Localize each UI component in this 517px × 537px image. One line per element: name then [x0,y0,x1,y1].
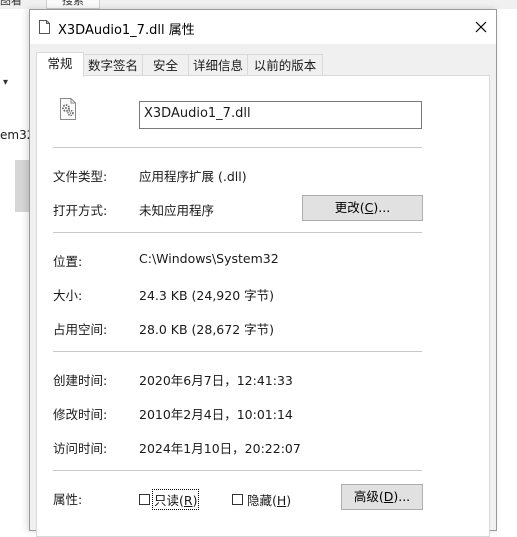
location-value: C:\Windows\System32 [139,251,279,266]
readonly-checkbox-label: 只读(R) [151,489,200,510]
background-ribbon: 图看 搜索 [0,0,517,9]
background-scroll-block [15,160,29,212]
change-button[interactable]: 更改(C)... [302,195,423,221]
tab-security[interactable]: 安全 [142,54,189,76]
background-ribbon-tab[interactable]: 搜索 [46,0,100,9]
divider [53,232,422,233]
properties-dialog: X3DAudio1_7.dll 属性 常规 数字签名 安全 详细信息 以前的版本… [29,9,497,537]
open-with-label: 打开方式: [53,203,108,218]
hidden-checkbox-label: 隐藏(H) [247,493,292,508]
dll-file-gear-icon [60,98,76,120]
close-icon [475,21,487,33]
size-value: 24.3 KB (24,920 字节) [139,288,275,303]
tab-general[interactable]: 常规 [36,52,84,77]
readonly-checkbox[interactable]: 只读(R) [139,489,200,510]
background-ribbon-label: 图看 [0,0,22,7]
tab-previous-versions[interactable]: 以前的版本 [247,54,323,76]
general-panel: X3DAudio1_7.dll 文件类型: 应用程序扩展 (.dll) 打开方式… [36,75,490,537]
accessed-value: 2024年1月10日，20:22:07 [139,441,301,456]
file-name-input[interactable]: X3DAudio1_7.dll [139,101,422,129]
hidden-checkbox[interactable]: 隐藏(H) [232,490,292,509]
disk-size-label: 占用空间: [53,322,108,337]
divider [53,351,422,352]
disk-size-value: 28.0 KB (28,672 字节) [139,322,275,337]
tab-digital-signatures[interactable]: 数字签名 [83,54,143,76]
title-bar[interactable]: X3DAudio1_7.dll 属性 [30,10,496,44]
attributes-label: 属性: [53,492,83,507]
divider [53,470,422,471]
checkbox-box[interactable] [139,494,150,505]
size-label: 大小: [53,288,83,303]
document-icon [39,20,50,34]
created-label: 创建时间: [53,373,108,388]
advanced-button[interactable]: 高级(D)... [341,484,423,510]
checkbox-box[interactable] [232,494,243,505]
created-value: 2020年6月7日，12:41:33 [139,373,293,388]
divider [53,147,422,148]
caret-down-icon[interactable]: ▾ [3,77,8,88]
file-type-value: 应用程序扩展 (.dll) [139,169,247,184]
close-button[interactable] [466,10,496,44]
modified-value: 2010年2月4日，10:01:14 [139,407,293,422]
accessed-label: 访问时间: [53,441,108,456]
open-with-value: 未知应用程序 [139,203,215,218]
location-label: 位置: [53,254,83,269]
file-type-label: 文件类型: [53,169,108,184]
dialog-title: X3DAudio1_7.dll 属性 [58,23,195,38]
modified-label: 修改时间: [53,407,108,422]
tab-details[interactable]: 详细信息 [188,54,248,76]
